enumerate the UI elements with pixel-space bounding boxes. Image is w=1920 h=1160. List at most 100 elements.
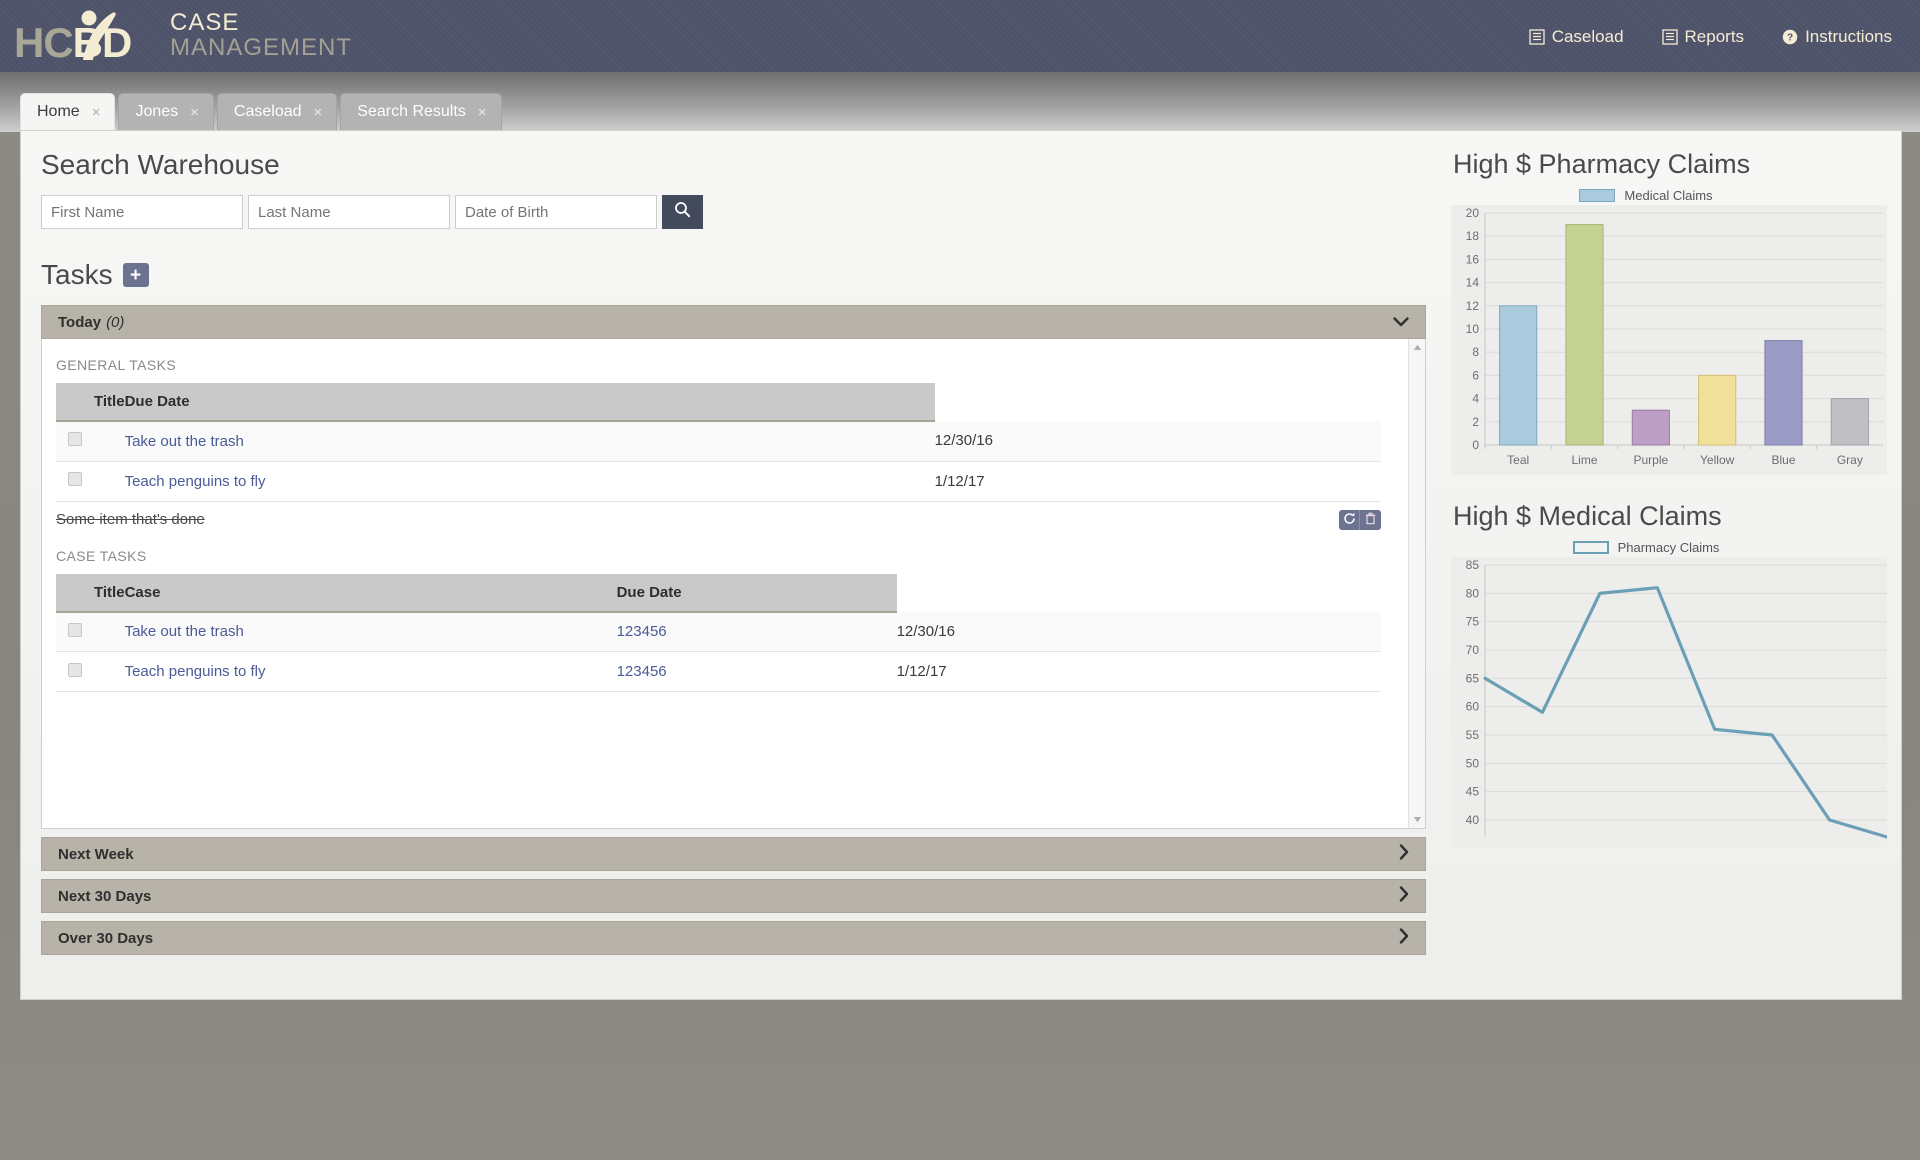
- svg-text:20: 20: [1466, 206, 1480, 220]
- tab-caseload[interactable]: Caseload ×: [216, 93, 338, 130]
- completed-task-row: Some item that's done: [56, 509, 1381, 530]
- first-name-input[interactable]: [41, 195, 243, 229]
- add-task-button[interactable]: +: [122, 263, 149, 287]
- logo-wrap: HC BD CASE MANAGEMENT: [0, 8, 352, 64]
- svg-text:85: 85: [1466, 558, 1480, 572]
- case-col-due-date: Due Date: [616, 573, 897, 613]
- nav-link-instructions-label: Instructions: [1805, 27, 1892, 46]
- search-form: [41, 195, 1426, 229]
- last-name-input[interactable]: [248, 195, 450, 229]
- legend-swatch-icon: [1572, 541, 1609, 554]
- svg-text:50: 50: [1466, 756, 1480, 770]
- table-header-row: Title Case Due Date: [56, 573, 1381, 613]
- accordion-body-today: GENERAL TASKS Title Due Date Take out th…: [41, 339, 1426, 829]
- svg-text:8: 8: [1472, 345, 1479, 359]
- task-checkbox[interactable]: [68, 622, 82, 637]
- tasks-heading: Tasks +: [41, 259, 1426, 291]
- case-task-link[interactable]: Teach penguins to fly: [125, 663, 266, 680]
- trash-icon: [1364, 512, 1377, 528]
- bar-chart-svg: 0 2 4 6 8 10 12 14 16 18 20 Teal Lime Purple Yellow Blu…: [1466, 206, 1883, 467]
- brand-line-case: CASE: [170, 8, 240, 36]
- tab-search-results-close-icon[interactable]: ×: [478, 104, 487, 121]
- accordion-header-over-30-days[interactable]: Over 30 Days: [41, 921, 1426, 955]
- case-row-0-title-cell: Take out the trash: [124, 611, 617, 652]
- task-checkbox[interactable]: [68, 432, 82, 447]
- case-row-0-checkbox-cell: [56, 611, 125, 652]
- accordion-header-next-30-days[interactable]: Next 30 Days: [41, 879, 1426, 913]
- pharmacy-claims-bar-chart[interactable]: 0 2 4 6 8 10 12 14 16 18 20 Teal Lime Purple Yellow Blu…: [1451, 205, 1887, 475]
- case-col-title: Title: [56, 573, 125, 613]
- completed-task-label: Some item that's done: [56, 511, 205, 528]
- svg-text:80: 80: [1466, 586, 1480, 600]
- general-task-link[interactable]: Take out the trash: [125, 433, 244, 450]
- svg-text:70: 70: [1466, 643, 1480, 657]
- accordion-next-week-label: Next Week: [58, 845, 134, 863]
- case-row-0-case-cell: 123456: [616, 611, 897, 652]
- logo-bd-text: BD: [72, 19, 133, 66]
- tasks-title: Tasks: [41, 259, 113, 290]
- table-row: Take out the trash 123456 12/30/16: [56, 611, 1381, 652]
- svg-text:75: 75: [1466, 615, 1480, 629]
- svg-text:55: 55: [1466, 728, 1480, 742]
- tab-caseload-close-icon[interactable]: ×: [314, 104, 323, 121]
- nav-link-reports[interactable]: Reports: [1661, 27, 1744, 47]
- task-checkbox[interactable]: [68, 662, 82, 677]
- today-scroll-area: GENERAL TASKS Title Due Date Take out th…: [42, 339, 1408, 828]
- svg-text:40: 40: [1466, 813, 1480, 827]
- bar-chart-legend-label: Medical Claims: [1624, 188, 1713, 203]
- brand-line-management: MANAGEMENT: [170, 34, 353, 61]
- accordion-header-next-week[interactable]: Next Week: [41, 837, 1426, 871]
- svg-text:14: 14: [1466, 276, 1480, 290]
- tab-home-label: Home: [37, 103, 80, 120]
- nav-link-instructions[interactable]: ? Instructions: [1782, 27, 1892, 47]
- tab-home-close-icon[interactable]: ×: [92, 104, 101, 121]
- left-column: Search Warehouse Tasks + Today (0): [41, 149, 1426, 955]
- svg-text:Gray: Gray: [1837, 453, 1863, 467]
- delete-task-button[interactable]: [1360, 509, 1381, 530]
- general-col-title: Title: [56, 383, 125, 422]
- general-task-link[interactable]: Teach penguins to fly: [125, 473, 266, 490]
- svg-text:45: 45: [1466, 785, 1480, 799]
- line-chart-svg: 40 45 50 55 60 65 70 75 80 85: [1466, 558, 1889, 839]
- svg-text:Yellow: Yellow: [1700, 453, 1735, 467]
- general-row-0-due-cell: 12/30/16: [934, 421, 1381, 462]
- tab-jones-close-icon[interactable]: ×: [190, 104, 199, 121]
- date-of-birth-input[interactable]: [455, 195, 657, 229]
- svg-text:12: 12: [1466, 299, 1480, 313]
- medical-claims-line-chart[interactable]: 40 45 50 55 60 65 70 75 80 85: [1451, 557, 1889, 847]
- nav-link-caseload[interactable]: Caseload: [1529, 27, 1624, 47]
- svg-text:18: 18: [1466, 229, 1480, 243]
- tab-jones[interactable]: Jones ×: [118, 93, 214, 130]
- restore-task-button[interactable]: [1339, 509, 1360, 530]
- table-row: Take out the trash 12/30/16: [56, 421, 1381, 462]
- case-tasks-table: Title Case Due Date Take out the trash 1…: [56, 573, 1381, 692]
- svg-text:Lime: Lime: [1571, 453, 1597, 467]
- tasks-scrollbar[interactable]: [1408, 339, 1425, 828]
- hcbd-logo-icon: HC BD: [14, 8, 162, 64]
- table-row: Teach penguins to fly 1/12/17: [56, 461, 1381, 502]
- general-row-1-checkbox-cell: [56, 461, 125, 502]
- case-number-link[interactable]: 123456: [617, 663, 667, 680]
- case-row-1-case-cell: 123456: [616, 651, 897, 692]
- scroll-up-icon[interactable]: [1409, 339, 1426, 356]
- svg-text:6: 6: [1472, 368, 1479, 382]
- tab-home[interactable]: Home ×: [20, 93, 116, 130]
- search-submit-button[interactable]: [662, 195, 703, 229]
- task-checkbox[interactable]: [68, 472, 82, 486]
- legend-swatch-icon: [1579, 189, 1616, 202]
- line-chart-legend: Pharmacy Claims: [1451, 540, 1901, 555]
- tab-caseload-label: Caseload: [233, 103, 302, 120]
- case-number-link[interactable]: 123456: [617, 623, 667, 640]
- case-row-1-title-cell: Teach penguins to fly: [124, 651, 617, 692]
- tab-search-results[interactable]: Search Results ×: [340, 93, 502, 130]
- line-chart-legend-label: Pharmacy Claims: [1617, 540, 1720, 555]
- accordion-today-label: Today: [58, 313, 102, 331]
- accordion-header-today[interactable]: Today (0): [41, 305, 1426, 339]
- pharmacy-claims-chart-title: High $ Pharmacy Claims: [1453, 149, 1751, 179]
- medical-claims-chart-title: High $ Medical Claims: [1453, 501, 1722, 531]
- chevron-right-icon: [1399, 844, 1409, 864]
- case-col-case: Case: [124, 573, 617, 613]
- scroll-down-icon[interactable]: [1409, 811, 1426, 828]
- accordion-today-count: (0): [106, 313, 125, 331]
- case-task-link[interactable]: Take out the trash: [125, 623, 244, 640]
